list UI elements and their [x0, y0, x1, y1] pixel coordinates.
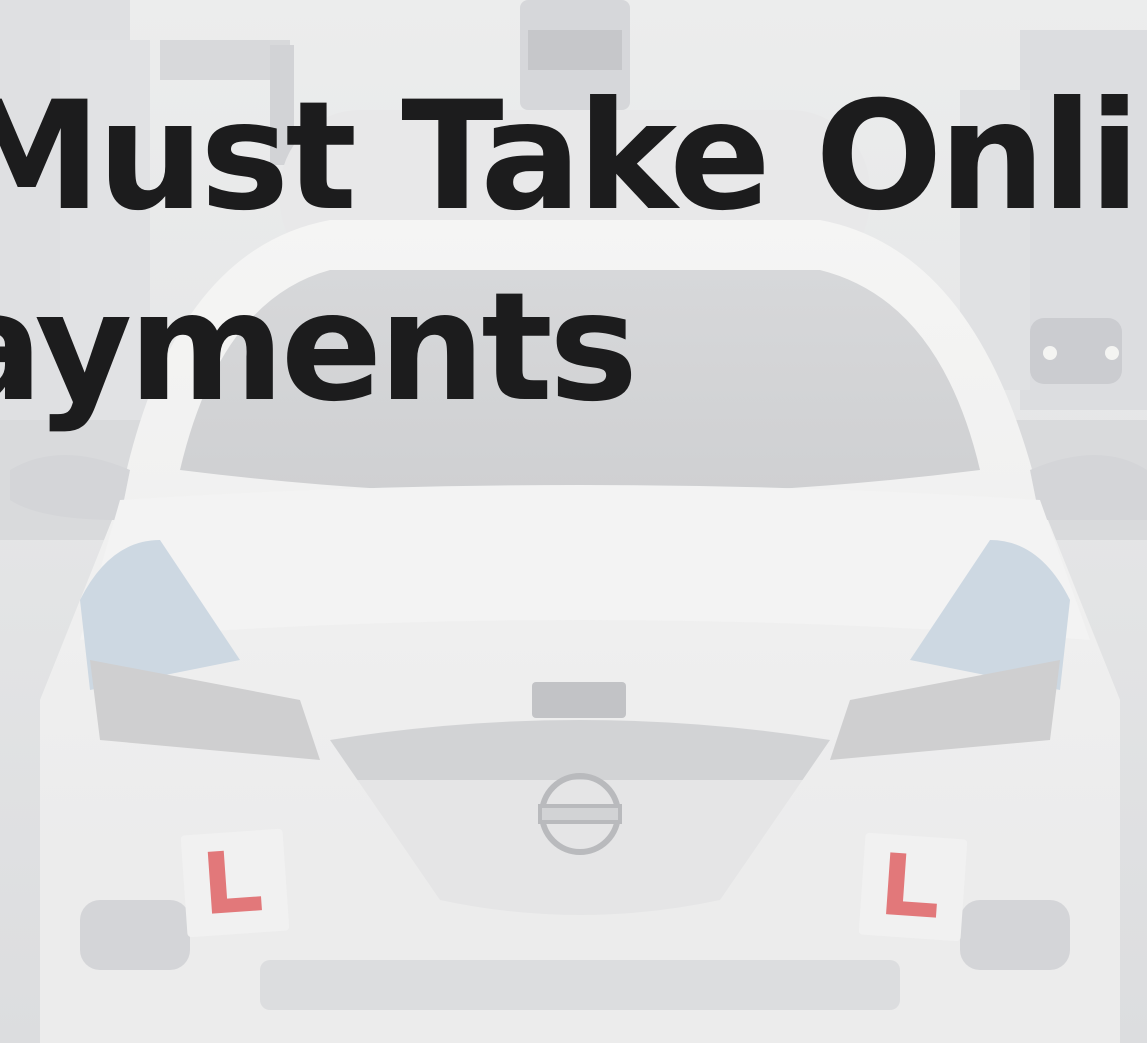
hero-background-car-photo: [0, 0, 1147, 1043]
brand-logo-icon: [538, 773, 622, 855]
learner-plate-icon: [180, 828, 290, 938]
learner-plate-icon: [858, 832, 968, 942]
